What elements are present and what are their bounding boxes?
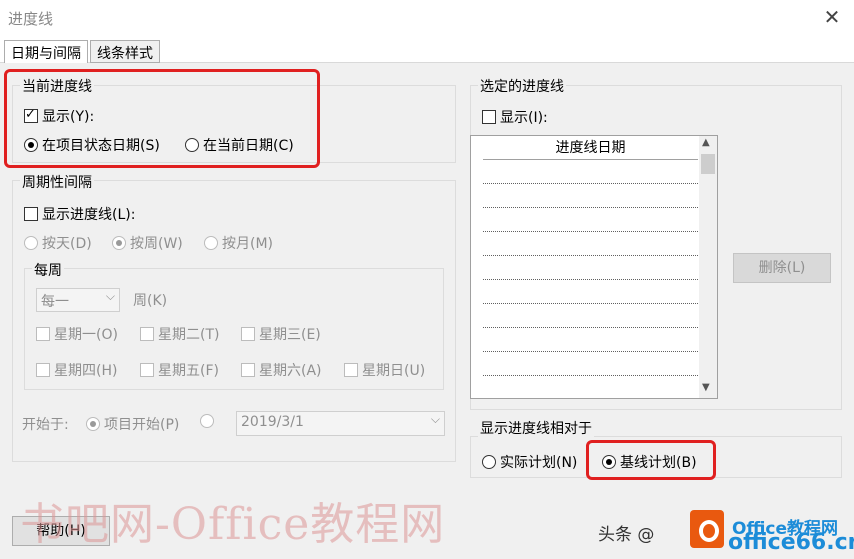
relative-to-title: 显示进度线相对于: [478, 418, 594, 438]
day-friday-label: 星期五(F): [158, 363, 219, 379]
day-wednesday-label: 星期三(E): [259, 327, 321, 343]
highlight-baseline: [586, 440, 716, 480]
day-friday[interactable]: 星期五(F): [140, 360, 219, 380]
day-wednesday-checkbox[interactable]: [241, 327, 255, 341]
radio-project-start[interactable]: 项目开始(P): [86, 414, 179, 434]
day-tuesday-checkbox[interactable]: [140, 327, 154, 341]
list-item[interactable]: [483, 256, 698, 280]
radio-monthly[interactable]: 按月(M): [204, 233, 273, 253]
list-item[interactable]: [483, 304, 698, 328]
day-monday-checkbox[interactable]: [36, 327, 50, 341]
progress-dates-column-header: 进度线日期: [483, 136, 698, 160]
day-saturday-checkbox[interactable]: [241, 363, 255, 377]
office-logo-icon: [690, 510, 724, 548]
list-item[interactable]: [483, 184, 698, 208]
selected-progress-title: 选定的进度线: [478, 76, 566, 96]
start-date-combo[interactable]: 2019/3/1 ⌵: [236, 411, 445, 436]
radio-daily[interactable]: 按天(D): [24, 233, 92, 253]
day-thursday[interactable]: 星期四(H): [36, 360, 117, 380]
list-item[interactable]: [483, 328, 698, 352]
window-title: 进度线: [8, 10, 54, 28]
list-item[interactable]: [483, 160, 698, 184]
day-sunday-checkbox[interactable]: [344, 363, 358, 377]
list-item[interactable]: [483, 232, 698, 256]
day-tuesday-label: 星期二(T): [158, 327, 220, 343]
brand-text-bottom: office66.cn: [728, 530, 854, 555]
list-item[interactable]: [483, 208, 698, 232]
credit-text: 头条 @: [598, 525, 655, 545]
close-icon[interactable]: ✕: [820, 6, 844, 30]
radio-weekly-dot[interactable]: [112, 236, 126, 250]
radio-daily-label: 按天(D): [42, 236, 92, 252]
tab-content: 当前进度线 显示(Y): 在项目状态日期(S) 在当前日期(C) 周期性间隔 显…: [0, 63, 854, 559]
day-saturday-label: 星期六(A): [259, 363, 322, 379]
list-item[interactable]: [483, 280, 698, 304]
selected-show-checkbox[interactable]: [482, 110, 496, 124]
day-monday-label: 星期一(O): [54, 327, 118, 343]
day-thursday-label: 星期四(H): [54, 363, 118, 379]
radio-weekly-label: 按周(W): [130, 236, 183, 252]
radio-project-start-label: 项目开始(P): [104, 417, 180, 433]
selected-show-label: 显示(I):: [500, 110, 548, 126]
day-saturday[interactable]: 星期六(A): [241, 360, 322, 380]
radio-monthly-label: 按月(M): [222, 236, 274, 252]
radio-actual-plan[interactable]: 实际计划(N): [482, 452, 577, 472]
radio-start-date-dot[interactable]: [200, 414, 214, 428]
radio-project-start-dot[interactable]: [86, 417, 100, 431]
day-wednesday[interactable]: 星期三(E): [241, 324, 321, 344]
weekly-interval-combo[interactable]: 每一 ⌵: [36, 288, 120, 312]
chevron-down-icon: ⌵: [105, 289, 115, 303]
delete-button[interactable]: 删除(L): [733, 253, 831, 283]
radio-daily-dot[interactable]: [24, 236, 38, 250]
scrollbar-thumb[interactable]: [701, 154, 715, 174]
progress-dates-list[interactable]: 进度线日期 ▲ ▼: [470, 135, 718, 399]
periodic-title: 周期性间隔: [20, 172, 94, 192]
periodic-show-row[interactable]: 显示进度线(L):: [24, 204, 135, 224]
day-sunday[interactable]: 星期日(U): [344, 360, 425, 380]
day-friday-checkbox[interactable]: [140, 363, 154, 377]
weekly-title: 每周: [32, 260, 64, 280]
highlight-current-progress: [4, 69, 320, 168]
day-monday[interactable]: 星期一(O): [36, 324, 118, 344]
chevron-down-icon: ⌵: [430, 412, 440, 426]
list-item[interactable]: [483, 352, 698, 376]
tab-line-style[interactable]: 线条样式: [90, 40, 160, 63]
radio-actual-plan-dot[interactable]: [482, 455, 496, 469]
tab-date-interval[interactable]: 日期与间隔: [4, 40, 88, 64]
periodic-show-label: 显示进度线(L):: [42, 207, 136, 223]
day-sunday-label: 星期日(U): [362, 363, 426, 379]
chevron-up-icon[interactable]: ▲: [702, 137, 710, 148]
day-tuesday[interactable]: 星期二(T): [140, 324, 219, 344]
start-date-value: 2019/3/1: [241, 414, 304, 430]
weekly-interval-value: 每一: [41, 294, 69, 310]
radio-monthly-dot[interactable]: [204, 236, 218, 250]
start-label: 开始于:: [22, 417, 69, 433]
selected-show-row[interactable]: 显示(I):: [482, 107, 548, 127]
weekly-interval-suffix: 周(K): [133, 293, 168, 309]
radio-weekly[interactable]: 按周(W): [112, 233, 183, 253]
radio-start-date[interactable]: [200, 414, 214, 430]
day-thursday-checkbox[interactable]: [36, 363, 50, 377]
list-scrollbar[interactable]: ▲ ▼: [699, 136, 717, 398]
radio-actual-plan-label: 实际计划(N): [500, 455, 578, 471]
chevron-down-icon[interactable]: ▼: [702, 382, 710, 393]
periodic-show-checkbox[interactable]: [24, 207, 38, 221]
help-button[interactable]: 帮助(H): [12, 516, 110, 546]
